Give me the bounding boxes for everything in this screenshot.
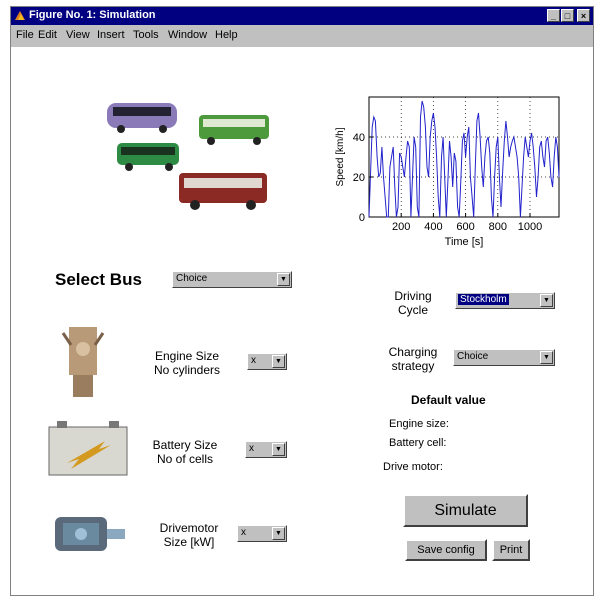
menu-view[interactable]: View <box>66 29 90 41</box>
y-tick-label: 40 <box>353 132 365 144</box>
cycle-select-value: Stockholm <box>458 294 509 305</box>
menu-edit[interactable]: Edit <box>38 29 57 41</box>
figure-window: Figure No. 1: Simulation _ □ × File Edit… <box>10 6 594 596</box>
bus-select[interactable]: Choice ▼ <box>172 271 292 288</box>
y-tick-label: 20 <box>353 172 365 184</box>
default-engine-size: Engine size: <box>389 418 449 430</box>
drivemotor-select-value: x <box>241 527 246 538</box>
bus-icon <box>199 115 269 145</box>
chevron-down-icon: ▼ <box>540 351 553 364</box>
battery-icon <box>48 421 128 476</box>
default-value-heading: Default value <box>411 393 486 407</box>
driving-cycle-select[interactable]: Stockholm ▼ <box>455 292 555 309</box>
charging-strategy-select[interactable]: Choice ▼ <box>453 349 555 366</box>
drivemotor-label-line2: Size [kW] <box>163 535 215 549</box>
simulate-button[interactable]: Simulate <box>403 494 528 527</box>
drivemotor-size-label: Drivemotor Size [kW] <box>153 521 225 549</box>
maximize-button[interactable]: □ <box>561 9 574 22</box>
motor-icon <box>55 517 125 551</box>
default-battery-cell: Battery cell: <box>389 437 447 449</box>
menu-file[interactable]: File <box>16 29 34 41</box>
cycle-label-line1: Driving <box>394 289 432 303</box>
engine-size-label: Engine Size No cylinders <box>147 349 227 377</box>
default-drive-motor: Drive motor: <box>383 461 443 473</box>
engine-label-line2: No cylinders <box>153 363 221 377</box>
drivemotor-label-line1: Drivemotor <box>159 521 219 535</box>
plot-area <box>368 96 560 218</box>
figure-canvas: 200 400 600 800 1000 0 20 40 Time [s] Speed [km/h… <box>11 47 593 595</box>
menu-help[interactable]: Help <box>215 29 238 41</box>
chevron-down-icon: ▼ <box>272 355 285 368</box>
close-button[interactable]: × <box>577 9 590 22</box>
chevron-down-icon: ▼ <box>272 527 285 540</box>
y-axis-label: Speed [km/h] <box>335 127 346 186</box>
chevron-down-icon: ▼ <box>540 294 553 307</box>
battery-label-line2: No of cells <box>156 452 214 466</box>
select-bus-label: Select Bus <box>55 270 142 289</box>
x-tick-label: 200 <box>392 221 410 233</box>
driving-cycle-label: Driving Cycle <box>383 289 443 317</box>
battery-label-line1: Battery Size <box>152 438 218 452</box>
charging-label-line1: Charging <box>388 345 438 359</box>
print-button[interactable]: Print <box>492 539 530 561</box>
battery-size-select[interactable]: x ▼ <box>245 441 287 458</box>
battery-size-label: Battery Size No of cells <box>145 438 225 466</box>
charging-strategy-label: Charging strategy <box>383 345 443 373</box>
battery-select-value: x <box>249 443 254 454</box>
x-axis-label: Time [s] <box>445 236 484 248</box>
menu-tools[interactable]: Tools <box>133 29 159 41</box>
speed-chart: 200 400 600 800 1000 0 20 40 Time [s] Speed [km/h… <box>335 96 560 248</box>
minimize-button[interactable]: _ <box>547 9 560 22</box>
bus-select-value: Choice <box>176 273 208 284</box>
x-tick-label: 800 <box>489 221 507 233</box>
engine-select-value: x <box>251 355 256 366</box>
chevron-down-icon: ▼ <box>272 443 285 456</box>
menu-bar: File Edit View Insert Tools Window Help <box>11 26 593 46</box>
charging-select-value: Choice <box>457 351 489 362</box>
bus-icon <box>179 173 267 210</box>
bus-images <box>107 103 269 210</box>
y-tick-label: 0 <box>359 212 365 224</box>
menu-window[interactable]: Window <box>168 29 207 41</box>
chevron-down-icon: ▼ <box>277 273 290 286</box>
bus-icon <box>117 143 179 171</box>
cycle-label-line2: Cycle <box>397 303 428 317</box>
x-tick-label: 1000 <box>518 221 542 233</box>
x-tick-label: 600 <box>456 221 474 233</box>
charging-label-line2: strategy <box>391 359 435 373</box>
drivemotor-size-select[interactable]: x ▼ <box>237 525 287 542</box>
engine-label-line1: Engine Size <box>154 349 220 363</box>
x-tick-label: 400 <box>424 221 442 233</box>
bus-icon <box>107 103 177 133</box>
menu-insert[interactable]: Insert <box>97 29 125 41</box>
title-bar: Figure No. 1: Simulation _ □ × <box>11 7 593 25</box>
window-title: Figure No. 1: Simulation <box>29 9 156 21</box>
save-config-button[interactable]: Save config <box>405 539 487 561</box>
engine-icon <box>61 327 105 397</box>
matlab-logo-icon <box>15 11 25 20</box>
engine-size-select[interactable]: x ▼ <box>247 353 287 370</box>
